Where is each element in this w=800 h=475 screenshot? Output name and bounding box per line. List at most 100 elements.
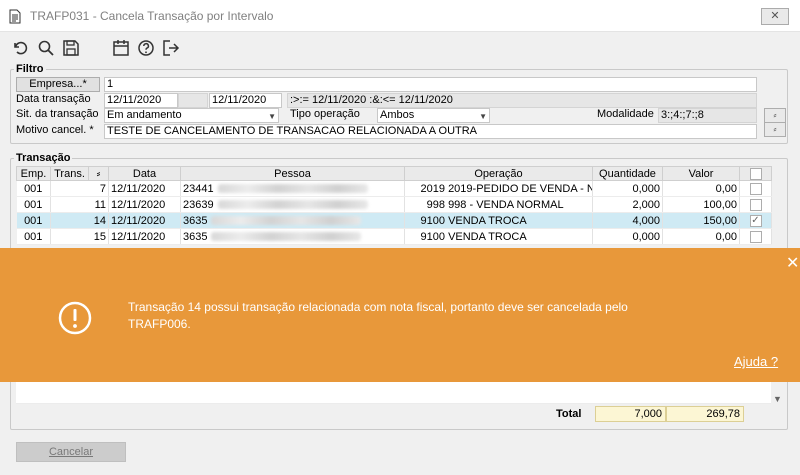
col-select-all[interactable] xyxy=(739,166,772,181)
sit-transacao-select[interactable]: Em andamento ▼ xyxy=(104,108,279,123)
cell-emp: 001 xyxy=(16,228,51,245)
redacted-name xyxy=(217,200,368,210)
cell-trans: 11 xyxy=(50,196,109,213)
cell-data: 12/11/2020 xyxy=(108,180,181,197)
op-desc: VENDA TROCA xyxy=(448,214,527,227)
alert-circle-icon xyxy=(58,301,92,335)
transaction-group-title: Transação xyxy=(14,152,73,164)
cell-trans: 15 xyxy=(50,228,109,245)
toolbar xyxy=(0,35,800,61)
cell-quantidade: 0,000 xyxy=(592,180,663,197)
cell-operacao: 9100 VENDA TROCA xyxy=(404,228,593,245)
motivo-lookup-icon[interactable]: ⸗ xyxy=(764,122,786,137)
cell-select[interactable]: ✓ xyxy=(739,212,772,229)
exit-icon[interactable] xyxy=(162,39,180,57)
notification-message: Transação 14 possui transação relacionad… xyxy=(128,300,628,331)
window-title: TRAFP031 - Cancela Transação por Interva… xyxy=(30,9,274,23)
empresa-field[interactable]: 1 xyxy=(104,77,757,92)
help-icon[interactable] xyxy=(137,39,155,57)
tipo-operacao-label: Tipo operação xyxy=(290,108,360,120)
select-all-checkbox[interactable] xyxy=(749,167,762,180)
col-sort[interactable]: ⸗ xyxy=(88,166,109,181)
cell-pessoa: 23639 xyxy=(180,196,405,213)
op-code: 2019 xyxy=(420,182,445,195)
cancel-button[interactable]: Cancelar xyxy=(16,442,126,462)
motivo-cancel-field[interactable]: TESTE DE CANCELAMENTO DE TRANSACAO RELAC… xyxy=(104,124,757,139)
window-close-button[interactable]: ✕ xyxy=(761,8,789,25)
row-checkbox[interactable] xyxy=(749,182,762,195)
sit-transacao-value: Em andamento xyxy=(107,109,182,121)
table-row[interactable]: 001 11 12/11/2020 23639 998 998 - VENDA … xyxy=(16,196,772,213)
table-row[interactable]: 001 15 12/11/2020 3635 9100 VENDA TROCA … xyxy=(16,228,772,245)
pessoa-code: 23441 xyxy=(183,182,214,195)
close-icon[interactable]: ✕ xyxy=(786,256,799,272)
row-checkbox[interactable]: ✓ xyxy=(749,214,762,227)
modalidade-lookup-icon[interactable]: ⸗ xyxy=(764,108,786,123)
cell-operacao: 998 998 - VENDA NORMAL xyxy=(404,196,593,213)
tipo-operacao-value: Ambos xyxy=(380,109,415,121)
op-desc: 998 - VENDA NORMAL xyxy=(448,198,564,211)
save-icon[interactable] xyxy=(62,39,80,57)
date-expression-field: :>:= 12/11/2020 :&:<= 12/11/2020 xyxy=(287,93,757,108)
cell-trans: 7 xyxy=(50,180,109,197)
row-checkbox[interactable] xyxy=(749,198,762,211)
data-transacao-label: Data transação xyxy=(16,93,91,105)
col-quantidade[interactable]: Quantidade xyxy=(592,166,663,181)
cell-quantidade: 4,000 xyxy=(592,212,663,229)
cell-emp: 001 xyxy=(16,196,51,213)
op-desc: 2019-PEDIDO DE VENDA - NA xyxy=(448,182,593,195)
cell-data: 12/11/2020 xyxy=(108,196,181,213)
refresh-icon[interactable] xyxy=(11,39,29,57)
chevron-down-icon: ▼ xyxy=(268,112,276,121)
chevron-down-icon: ▼ xyxy=(479,112,487,121)
modalidade-field: 3:;4:;7:;8 xyxy=(658,108,757,123)
cell-select[interactable] xyxy=(739,196,772,213)
table-row[interactable]: 001 7 12/11/2020 23441 2019 2019-PEDIDO … xyxy=(16,180,772,197)
empresa-button[interactable]: Empresa...* xyxy=(16,77,100,92)
pessoa-code: 3635 xyxy=(183,214,208,227)
date-from-field[interactable]: 12/11/2020 xyxy=(104,93,178,108)
op-code: 9100 xyxy=(420,230,445,243)
total-quantidade: 7,000 xyxy=(595,406,666,422)
calendar-icon[interactable] xyxy=(112,39,130,57)
transaction-table: Emp. Trans. ⸗ Data Pessoa Operação Quant… xyxy=(16,166,772,245)
pessoa-code: 23639 xyxy=(183,198,214,211)
cell-operacao: 9100 VENDA TROCA xyxy=(404,212,593,229)
filter-group-title: Filtro xyxy=(14,63,46,75)
op-desc: VENDA TROCA xyxy=(448,230,527,243)
op-code: 998 xyxy=(426,198,445,211)
date-spacer xyxy=(178,93,208,108)
table-empty-area xyxy=(16,382,771,404)
row-checkbox[interactable] xyxy=(749,230,762,243)
cell-quantidade: 2,000 xyxy=(592,196,663,213)
motivo-cancel-label: Motivo cancel. * xyxy=(16,124,94,136)
col-emp[interactable]: Emp. xyxy=(16,166,51,181)
col-trans[interactable]: Trans. xyxy=(50,166,89,181)
sit-transacao-label: Sit. da transação xyxy=(16,108,99,120)
title-bar: TRAFP031 - Cancela Transação por Interva… xyxy=(0,0,800,32)
table-row-selected[interactable]: 001 14 12/11/2020 3635 9100 VENDA TROCA … xyxy=(16,212,772,229)
tipo-operacao-select[interactable]: Ambos ▼ xyxy=(377,108,490,123)
pessoa-code: 3635 xyxy=(183,230,208,243)
date-to-field[interactable]: 12/11/2020 xyxy=(209,93,282,108)
cell-valor: 150,00 xyxy=(662,212,740,229)
cell-select[interactable] xyxy=(739,228,772,245)
op-code: 9100 xyxy=(420,214,445,227)
notification-toast: ✕ Transação 14 possui transação relacion… xyxy=(0,248,800,382)
cell-select[interactable] xyxy=(739,180,772,197)
cell-emp: 001 xyxy=(16,212,51,229)
cell-valor: 0,00 xyxy=(662,228,740,245)
cell-pessoa: 23441 xyxy=(180,180,405,197)
search-icon[interactable] xyxy=(37,39,55,57)
cell-emp: 001 xyxy=(16,180,51,197)
col-operacao[interactable]: Operação xyxy=(404,166,593,181)
col-pessoa[interactable]: Pessoa xyxy=(180,166,405,181)
col-data[interactable]: Data xyxy=(108,166,181,181)
redacted-name xyxy=(211,232,362,242)
table-header: Emp. Trans. ⸗ Data Pessoa Operação Quant… xyxy=(16,166,772,181)
col-valor[interactable]: Valor xyxy=(662,166,740,181)
modalidade-label: Modalidade xyxy=(597,108,654,120)
scroll-down-icon[interactable]: ▼ xyxy=(773,394,782,404)
help-link[interactable]: Ajuda ? xyxy=(734,354,778,369)
cell-data: 12/11/2020 xyxy=(108,212,181,229)
